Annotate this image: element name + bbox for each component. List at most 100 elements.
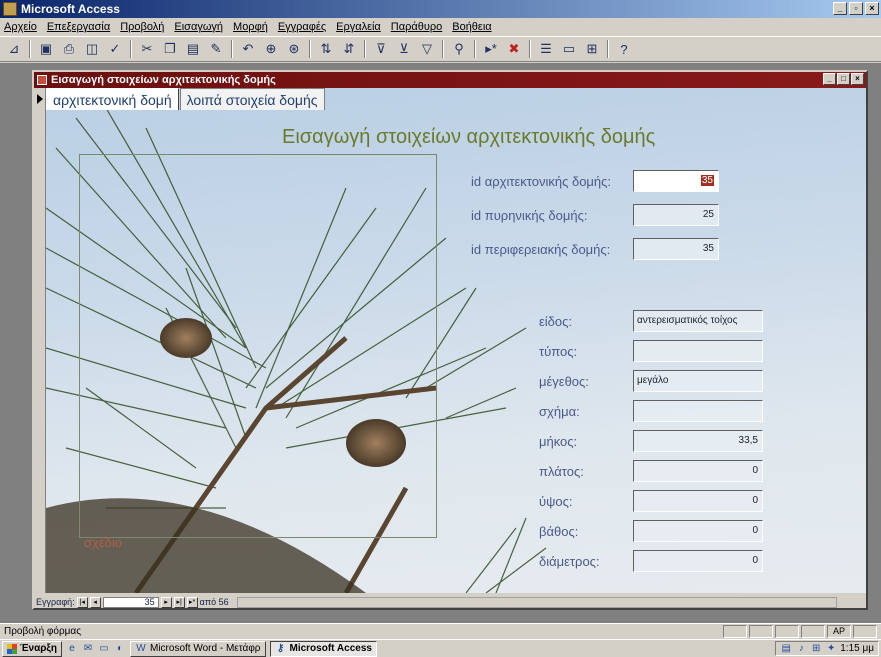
outlook-icon[interactable]: ✉ (82, 643, 94, 655)
status-indicator: ΑΡ (827, 625, 851, 638)
menu-tools[interactable]: Εργαλεία (336, 21, 381, 33)
find-icon[interactable]: ⚲ (449, 39, 469, 59)
internet-explorer-icon[interactable]: e (66, 643, 78, 655)
print-icon[interactable]: ⎙ (59, 39, 79, 59)
form-close-button[interactable]: × (851, 73, 864, 85)
last-record-button[interactable]: ▸| (173, 596, 185, 608)
start-label: Έναρξη (20, 643, 57, 654)
length-field[interactable]: 33,5 (633, 430, 763, 452)
form-icon[interactable] (37, 75, 47, 85)
record-selector[interactable] (34, 88, 46, 593)
id-architectural-field[interactable]: 35 (633, 170, 719, 192)
taskbar-word-label: Microsoft Word - Μετάφρ (150, 643, 261, 654)
menu-help[interactable]: Βοήθεια (452, 21, 491, 33)
form-view-toolbar: ⊿ ▣ ⎙ ◫ ✓ ✂ ❐ ▤ ✎ ↶ ⊕ ⊛ ⇅ ⇵ ⊽ ⊻ ▽ ⚲ ▸* ✖… (0, 36, 881, 62)
form-heading: Εισαγωγή στοιχείων αρχιτεκτονικής δομής (282, 126, 656, 148)
apply-filter-icon[interactable]: ▽ (417, 39, 437, 59)
status-pane (801, 625, 825, 638)
web-toolbar-icon[interactable]: ⊛ (284, 39, 304, 59)
type-kind-field[interactable]: αντερεισματικός τοίχος (633, 310, 763, 332)
cut-icon[interactable]: ✂ (137, 39, 157, 59)
tab-architectural-structure[interactable]: αρχιτεκτονική δομή (46, 88, 179, 110)
status-pane (853, 625, 877, 638)
undo-icon[interactable]: ↶ (238, 39, 258, 59)
depth-label: βάθος: (539, 524, 579, 539)
new-object-icon[interactable]: ⊞ (582, 39, 602, 59)
height-field[interactable]: 0 (633, 490, 763, 512)
tab-other-structure-details[interactable]: λοιπά στοιχεία δομής (179, 88, 325, 110)
menu-insert[interactable]: Εισαγωγή (174, 21, 223, 33)
channels-icon[interactable]: ◐ (114, 643, 126, 655)
id-architectural-value: 35 (700, 175, 714, 186)
delete-record-icon[interactable]: ✖ (504, 39, 524, 59)
sort-descending-icon[interactable]: ⇵ (339, 39, 359, 59)
word-icon: W (136, 642, 146, 654)
filter-by-selection-icon[interactable]: ⊽ (371, 39, 391, 59)
id-core-label: id πυρηνικής δομής: (471, 208, 588, 223)
menu-edit[interactable]: Επεξεργασία (47, 21, 110, 33)
form-body: αρχιτεκτονική δομή λοιπά στοιχεία δομής … (46, 88, 866, 593)
form-minimize-button[interactable]: _ (823, 73, 836, 85)
id-peripheral-field[interactable]: 35 (633, 238, 719, 260)
spelling-icon[interactable]: ✓ (105, 39, 125, 59)
app-title: Microsoft Access (21, 2, 120, 16)
show-desktop-icon[interactable]: ▭ (98, 643, 110, 655)
tray-icon[interactable]: ♪ (795, 643, 807, 655)
sort-ascending-icon[interactable]: ⇅ (316, 39, 336, 59)
size-field[interactable]: μεγάλο (633, 370, 763, 392)
new-record-nav-button[interactable]: ▸* (186, 596, 198, 608)
next-record-button[interactable]: ▸ (160, 596, 172, 608)
status-pane (723, 625, 747, 638)
close-button[interactable]: × (865, 2, 879, 15)
depth-field[interactable]: 0 (633, 520, 763, 542)
new-record-icon[interactable]: ▸* (481, 39, 501, 59)
save-icon[interactable]: ▣ (36, 39, 56, 59)
copy-icon[interactable]: ❐ (160, 39, 180, 59)
form-window: Εισαγωγή στοιχείων αρχιτεκτονικής δομής … (32, 70, 868, 610)
access-app-icon[interactable] (3, 2, 17, 16)
access-icon: ⚷ (276, 642, 285, 654)
tray-icon[interactable]: ▤ (780, 643, 792, 655)
menu-records[interactable]: Εγγραφές (278, 21, 326, 33)
shape-label: σχήμα: (539, 404, 580, 419)
status-text: Προβολή φόρμας (4, 626, 82, 637)
minimize-button[interactable]: _ (833, 2, 847, 15)
status-bar: Προβολή φόρμας ΑΡ (0, 623, 881, 639)
taskbar-access-button[interactable]: ⚷ Microsoft Access (269, 640, 377, 657)
menu-window[interactable]: Παράθυρο (391, 21, 442, 33)
toolbar-separator (607, 40, 609, 58)
taskbar-word-button[interactable]: W Microsoft Word - Μετάφρ (130, 640, 266, 657)
tray-icon[interactable]: ✦ (825, 643, 837, 655)
properties-icon[interactable]: ☰ (536, 39, 556, 59)
type-field[interactable] (633, 340, 763, 362)
filter-by-form-icon[interactable]: ⊻ (394, 39, 414, 59)
tray-icon[interactable]: ⊞ (810, 643, 822, 655)
view-icon[interactable]: ⊿ (4, 39, 24, 59)
record-navigation-bar: Εγγραφή: |◂ ◂ 35 ▸ ▸| ▸* από 56 (34, 595, 866, 609)
size-label: μέγεθος: (539, 374, 589, 389)
format-painter-icon[interactable]: ✎ (206, 39, 226, 59)
shape-field[interactable] (633, 400, 763, 422)
restore-button[interactable]: ▫ (849, 2, 863, 15)
horizontal-scrollbar[interactable] (236, 596, 837, 608)
help-icon[interactable]: ? (614, 39, 634, 59)
width-field[interactable]: 0 (633, 460, 763, 482)
toolbar-separator (130, 40, 132, 58)
drawing-frame[interactable] (79, 154, 437, 538)
print-preview-icon[interactable]: ◫ (82, 39, 102, 59)
previous-record-button[interactable]: ◂ (89, 596, 101, 608)
insert-hyperlink-icon[interactable]: ⊕ (261, 39, 281, 59)
menu-file[interactable]: Αρχείο (4, 21, 37, 33)
clock[interactable]: 1:15 μμ (840, 643, 874, 654)
diameter-field[interactable]: 0 (633, 550, 763, 572)
start-button[interactable]: Έναρξη (2, 640, 62, 657)
first-record-button[interactable]: |◂ (76, 596, 88, 608)
menu-bar: Αρχείο Επεξεργασία Προβολή Εισαγωγή Μορφ… (0, 18, 881, 36)
database-window-icon[interactable]: ▭ (559, 39, 579, 59)
menu-format[interactable]: Μορφή (233, 21, 268, 33)
id-core-field[interactable]: 25 (633, 204, 719, 226)
current-record-input[interactable]: 35 (102, 596, 159, 608)
form-maximize-button[interactable]: □ (837, 73, 850, 85)
paste-icon[interactable]: ▤ (183, 39, 203, 59)
menu-view[interactable]: Προβολή (120, 21, 164, 33)
